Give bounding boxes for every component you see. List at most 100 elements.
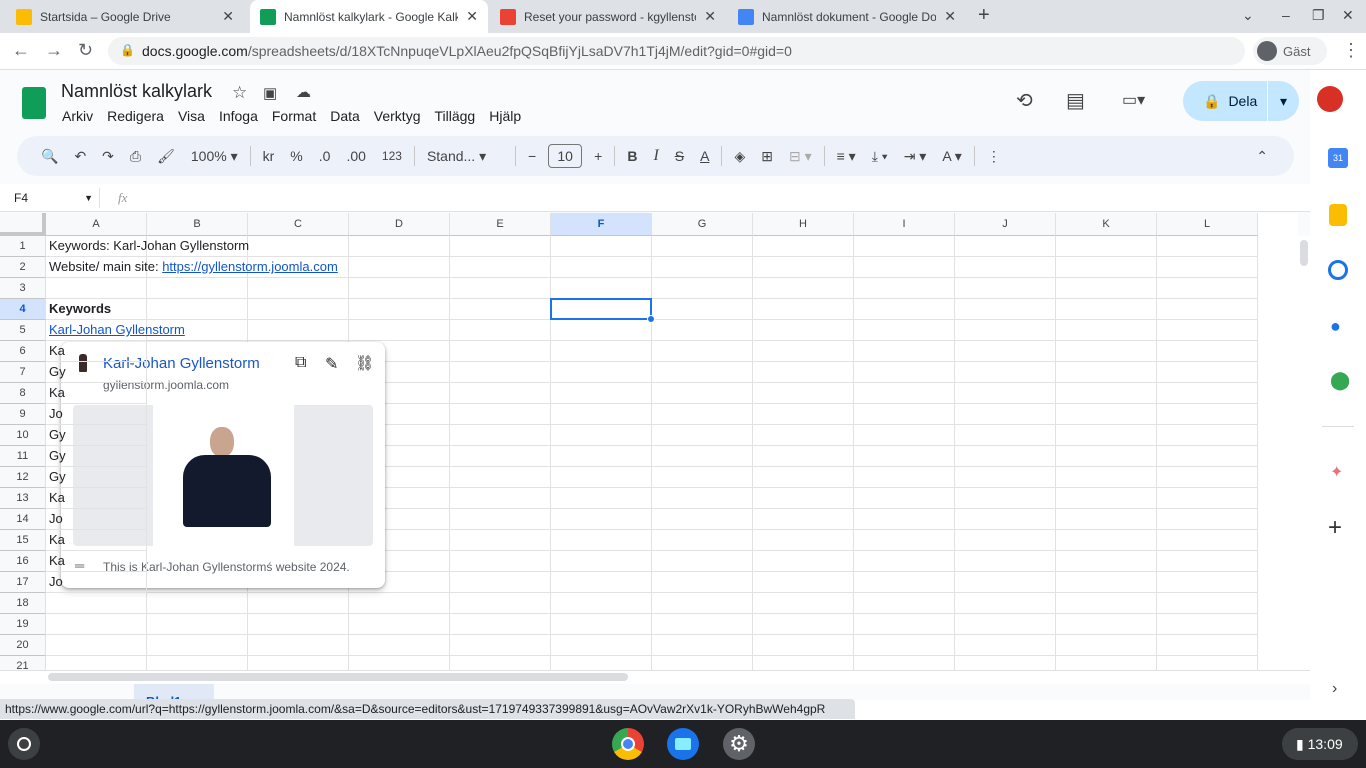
user-avatar[interactable] [1317, 86, 1343, 112]
row-header[interactable]: 13 [0, 488, 46, 509]
cell-K7[interactable] [1056, 362, 1157, 383]
cell-J20[interactable] [955, 635, 1056, 656]
cloud-saved-icon[interactable]: ☁ [296, 83, 311, 101]
horizontal-align-icon[interactable]: ≡ ▾ [829, 148, 864, 165]
cell-C18[interactable] [248, 593, 349, 614]
cell-F12[interactable] [551, 467, 652, 488]
cell-F16[interactable] [551, 551, 652, 572]
cell-G16[interactable] [652, 551, 753, 572]
reload-icon[interactable]: ↻ [78, 40, 93, 61]
cell-H10[interactable] [753, 425, 854, 446]
cell-K18[interactable] [1056, 593, 1157, 614]
cell-L14[interactable] [1157, 509, 1258, 530]
row-header[interactable]: 11 [0, 446, 46, 467]
column-header-B[interactable]: B [147, 213, 248, 236]
menu-infoga[interactable]: Infoga [219, 108, 258, 124]
cell-G12[interactable] [652, 467, 753, 488]
cell-E13[interactable] [450, 488, 551, 509]
browser-tab[interactable]: Namnlöst dokument - Google Docs ✕ [728, 0, 966, 33]
increase-font-size-icon[interactable]: + [586, 148, 610, 164]
row-header[interactable]: 19 [0, 614, 46, 635]
cell-J11[interactable] [955, 446, 1056, 467]
text-rotation-icon[interactable]: A ▾ [934, 148, 969, 165]
font-select[interactable]: Stand... ▾ [419, 148, 511, 165]
cell-J9[interactable] [955, 404, 1056, 425]
print-icon[interactable]: ⎙ [122, 148, 149, 165]
cell-A14[interactable]: Jo [46, 509, 147, 530]
cell-E3[interactable] [450, 278, 551, 299]
row-header[interactable]: 17 [0, 572, 46, 593]
cell-J8[interactable] [955, 383, 1056, 404]
cell-L4[interactable] [1157, 299, 1258, 320]
cell-H1[interactable] [753, 236, 854, 257]
row-header[interactable]: 1 [0, 236, 46, 257]
remove-link-icon[interactable]: ⛓ [355, 354, 374, 372]
cell-E19[interactable] [450, 614, 551, 635]
tab-search-icon[interactable]: ⌄ [1242, 7, 1254, 24]
cell-L1[interactable] [1157, 236, 1258, 257]
cell-F1[interactable] [551, 236, 652, 257]
cell-G18[interactable] [652, 593, 753, 614]
cell-E10[interactable] [450, 425, 551, 446]
cell-F6[interactable] [551, 341, 652, 362]
meet-icon[interactable]: ▭▾ [1122, 90, 1145, 110]
more-icon[interactable]: ⋮ [979, 148, 1009, 165]
vertical-scrollbar[interactable] [1298, 236, 1310, 670]
row-header[interactable]: 10 [0, 425, 46, 446]
cell-L9[interactable] [1157, 404, 1258, 425]
cell-H21[interactable] [753, 656, 854, 670]
row-header[interactable]: 8 [0, 383, 46, 404]
new-tab-icon[interactable]: + [978, 4, 990, 27]
cell-F11[interactable] [551, 446, 652, 467]
cell-I12[interactable] [854, 467, 955, 488]
copy-link-icon[interactable]: ⧉ [295, 354, 306, 372]
formula-input[interactable] [137, 188, 1310, 208]
cell-K2[interactable] [1056, 257, 1157, 278]
cell-A1[interactable]: Keywords: Karl-Johan Gyllenstorm [46, 236, 249, 257]
cell-A12[interactable]: Gy [46, 467, 147, 488]
cell-G6[interactable] [652, 341, 753, 362]
cell-I14[interactable] [854, 509, 955, 530]
cell-G5[interactable] [652, 320, 753, 341]
cell-L19[interactable] [1157, 614, 1258, 635]
cell-J2[interactable] [955, 257, 1056, 278]
cell-C5[interactable] [248, 320, 349, 341]
cell-J1[interactable] [955, 236, 1056, 257]
increase-decimal-button[interactable]: .00 [338, 148, 373, 164]
cell-E1[interactable] [450, 236, 551, 257]
cell-A10[interactable]: Gy [46, 425, 147, 446]
cell-G11[interactable] [652, 446, 753, 467]
cell-H19[interactable] [753, 614, 854, 635]
cell-C1[interactable] [248, 236, 349, 257]
cell-A9[interactable]: Jo [46, 404, 147, 425]
cell-C4[interactable] [248, 299, 349, 320]
text-color-icon[interactable]: A [692, 148, 717, 164]
cell-L7[interactable] [1157, 362, 1258, 383]
decrease-font-size-icon[interactable]: − [520, 148, 544, 164]
cell-K8[interactable] [1056, 383, 1157, 404]
horizontal-scrollbar[interactable] [0, 670, 1310, 684]
zoom-select[interactable]: 100% ▾ [183, 148, 246, 165]
cell-A21[interactable] [46, 656, 147, 670]
cell-L17[interactable] [1157, 572, 1258, 593]
cell-G10[interactable] [652, 425, 753, 446]
cell-B21[interactable] [147, 656, 248, 670]
cell-H14[interactable] [753, 509, 854, 530]
cell-K4[interactable] [1056, 299, 1157, 320]
menu-hjälp[interactable]: Hjälp [489, 108, 521, 124]
cell-I19[interactable] [854, 614, 955, 635]
cell-E12[interactable] [450, 467, 551, 488]
cell-I18[interactable] [854, 593, 955, 614]
column-header-F[interactable]: F [551, 213, 652, 236]
cell-E2[interactable] [450, 257, 551, 278]
row-header[interactable]: 6 [0, 341, 46, 362]
keep-icon[interactable] [1329, 204, 1347, 226]
cell-G19[interactable] [652, 614, 753, 635]
cell-D5[interactable] [349, 320, 450, 341]
decrease-decimal-button[interactable]: .0 [311, 148, 339, 164]
cell-K20[interactable] [1056, 635, 1157, 656]
cell-G7[interactable] [652, 362, 753, 383]
cell-A6[interactable]: Ka [46, 341, 147, 362]
cell-D18[interactable] [349, 593, 450, 614]
cell-J4[interactable] [955, 299, 1056, 320]
